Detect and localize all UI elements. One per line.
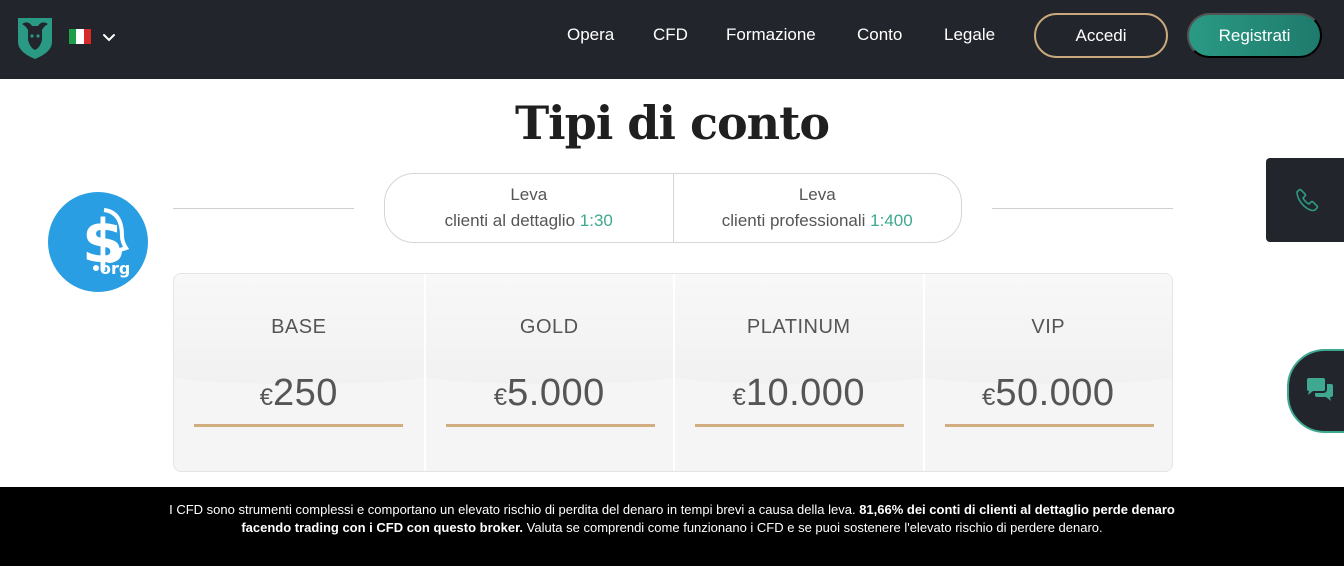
register-button[interactable]: Registrati bbox=[1187, 13, 1322, 58]
leverage-panel: Leva clienti al dettaglio 1:30 Leva clie… bbox=[384, 173, 962, 243]
account-types: BASE €250 GOLD €5.000 PLATINUM €10.000 V… bbox=[173, 273, 1173, 472]
dollar-head-icon: $ org bbox=[82, 207, 130, 278]
account-card-gold[interactable]: GOLD €5.000 bbox=[423, 274, 673, 471]
top-navbar: Opera CFD Formazione Conto Legale Accedi… bbox=[0, 0, 1344, 79]
account-deposit: €250 bbox=[259, 372, 338, 414]
card-underline bbox=[944, 424, 1154, 427]
italy-flag-icon[interactable] bbox=[69, 29, 91, 44]
risk-text-bold: facendo trading con i CFD con questo bro… bbox=[241, 520, 524, 535]
leverage-label: clienti professionali bbox=[721, 211, 866, 230]
risk-text: Valuta se comprendi come funzionano i CF… bbox=[523, 520, 1103, 535]
account-card-platinum[interactable]: PLATINUM €10.000 bbox=[673, 274, 923, 471]
badge-text: org bbox=[100, 259, 130, 278]
card-underline bbox=[445, 424, 655, 427]
leverage-professional: Leva clienti professionali 1:400 bbox=[672, 174, 962, 242]
account-name: GOLD bbox=[519, 316, 579, 338]
leverage-heading: Leva bbox=[510, 185, 548, 204]
account-name: BASE bbox=[271, 316, 327, 338]
bull-logo-icon[interactable] bbox=[16, 14, 54, 60]
risk-text: I CFD sono strumenti complessi e comport… bbox=[169, 502, 860, 517]
account-deposit: €10.000 bbox=[732, 372, 866, 414]
account-name: PLATINUM bbox=[746, 316, 851, 338]
divider-right bbox=[992, 208, 1173, 209]
nav-item-conto[interactable]: Conto bbox=[857, 24, 902, 46]
risk-warning-banner: I CFD sono strumenti complessi e comport… bbox=[0, 487, 1344, 566]
account-deposit: €50.000 bbox=[981, 372, 1115, 414]
account-name: VIP bbox=[1031, 316, 1066, 338]
page-title: Tipi di conto bbox=[514, 96, 830, 150]
card-underline bbox=[194, 424, 403, 427]
chat-bubbles-icon bbox=[1307, 378, 1333, 401]
live-chat-widget[interactable] bbox=[1287, 349, 1344, 433]
nav-item-cfd[interactable]: CFD bbox=[653, 24, 688, 46]
nav-item-formazione[interactable]: Formazione bbox=[726, 24, 816, 46]
call-widget[interactable] bbox=[1266, 158, 1344, 242]
watermark-badge: $ org bbox=[48, 192, 148, 292]
account-card-vip[interactable]: VIP €50.000 bbox=[922, 274, 1172, 471]
leverage-ratio: 1:400 bbox=[870, 211, 913, 230]
card-underline bbox=[695, 424, 904, 427]
leverage-ratio: 1:30 bbox=[579, 211, 613, 230]
account-deposit: €5.000 bbox=[493, 372, 605, 414]
risk-text-bold: 81,66% dei conti di clienti al dettaglio… bbox=[859, 502, 1175, 517]
login-button[interactable]: Accedi bbox=[1034, 13, 1168, 58]
leverage-label: clienti al dettaglio bbox=[444, 211, 576, 230]
phone-icon bbox=[1296, 188, 1319, 212]
chevron-down-icon[interactable] bbox=[101, 29, 117, 45]
account-card-base[interactable]: BASE €250 bbox=[174, 274, 424, 471]
divider-left bbox=[173, 208, 354, 209]
nav-item-legale[interactable]: Legale bbox=[944, 24, 995, 46]
nav-item-opera[interactable]: Opera bbox=[567, 24, 614, 46]
leverage-retail: Leva clienti al dettaglio 1:30 bbox=[385, 174, 673, 242]
leverage-heading: Leva bbox=[798, 185, 836, 204]
